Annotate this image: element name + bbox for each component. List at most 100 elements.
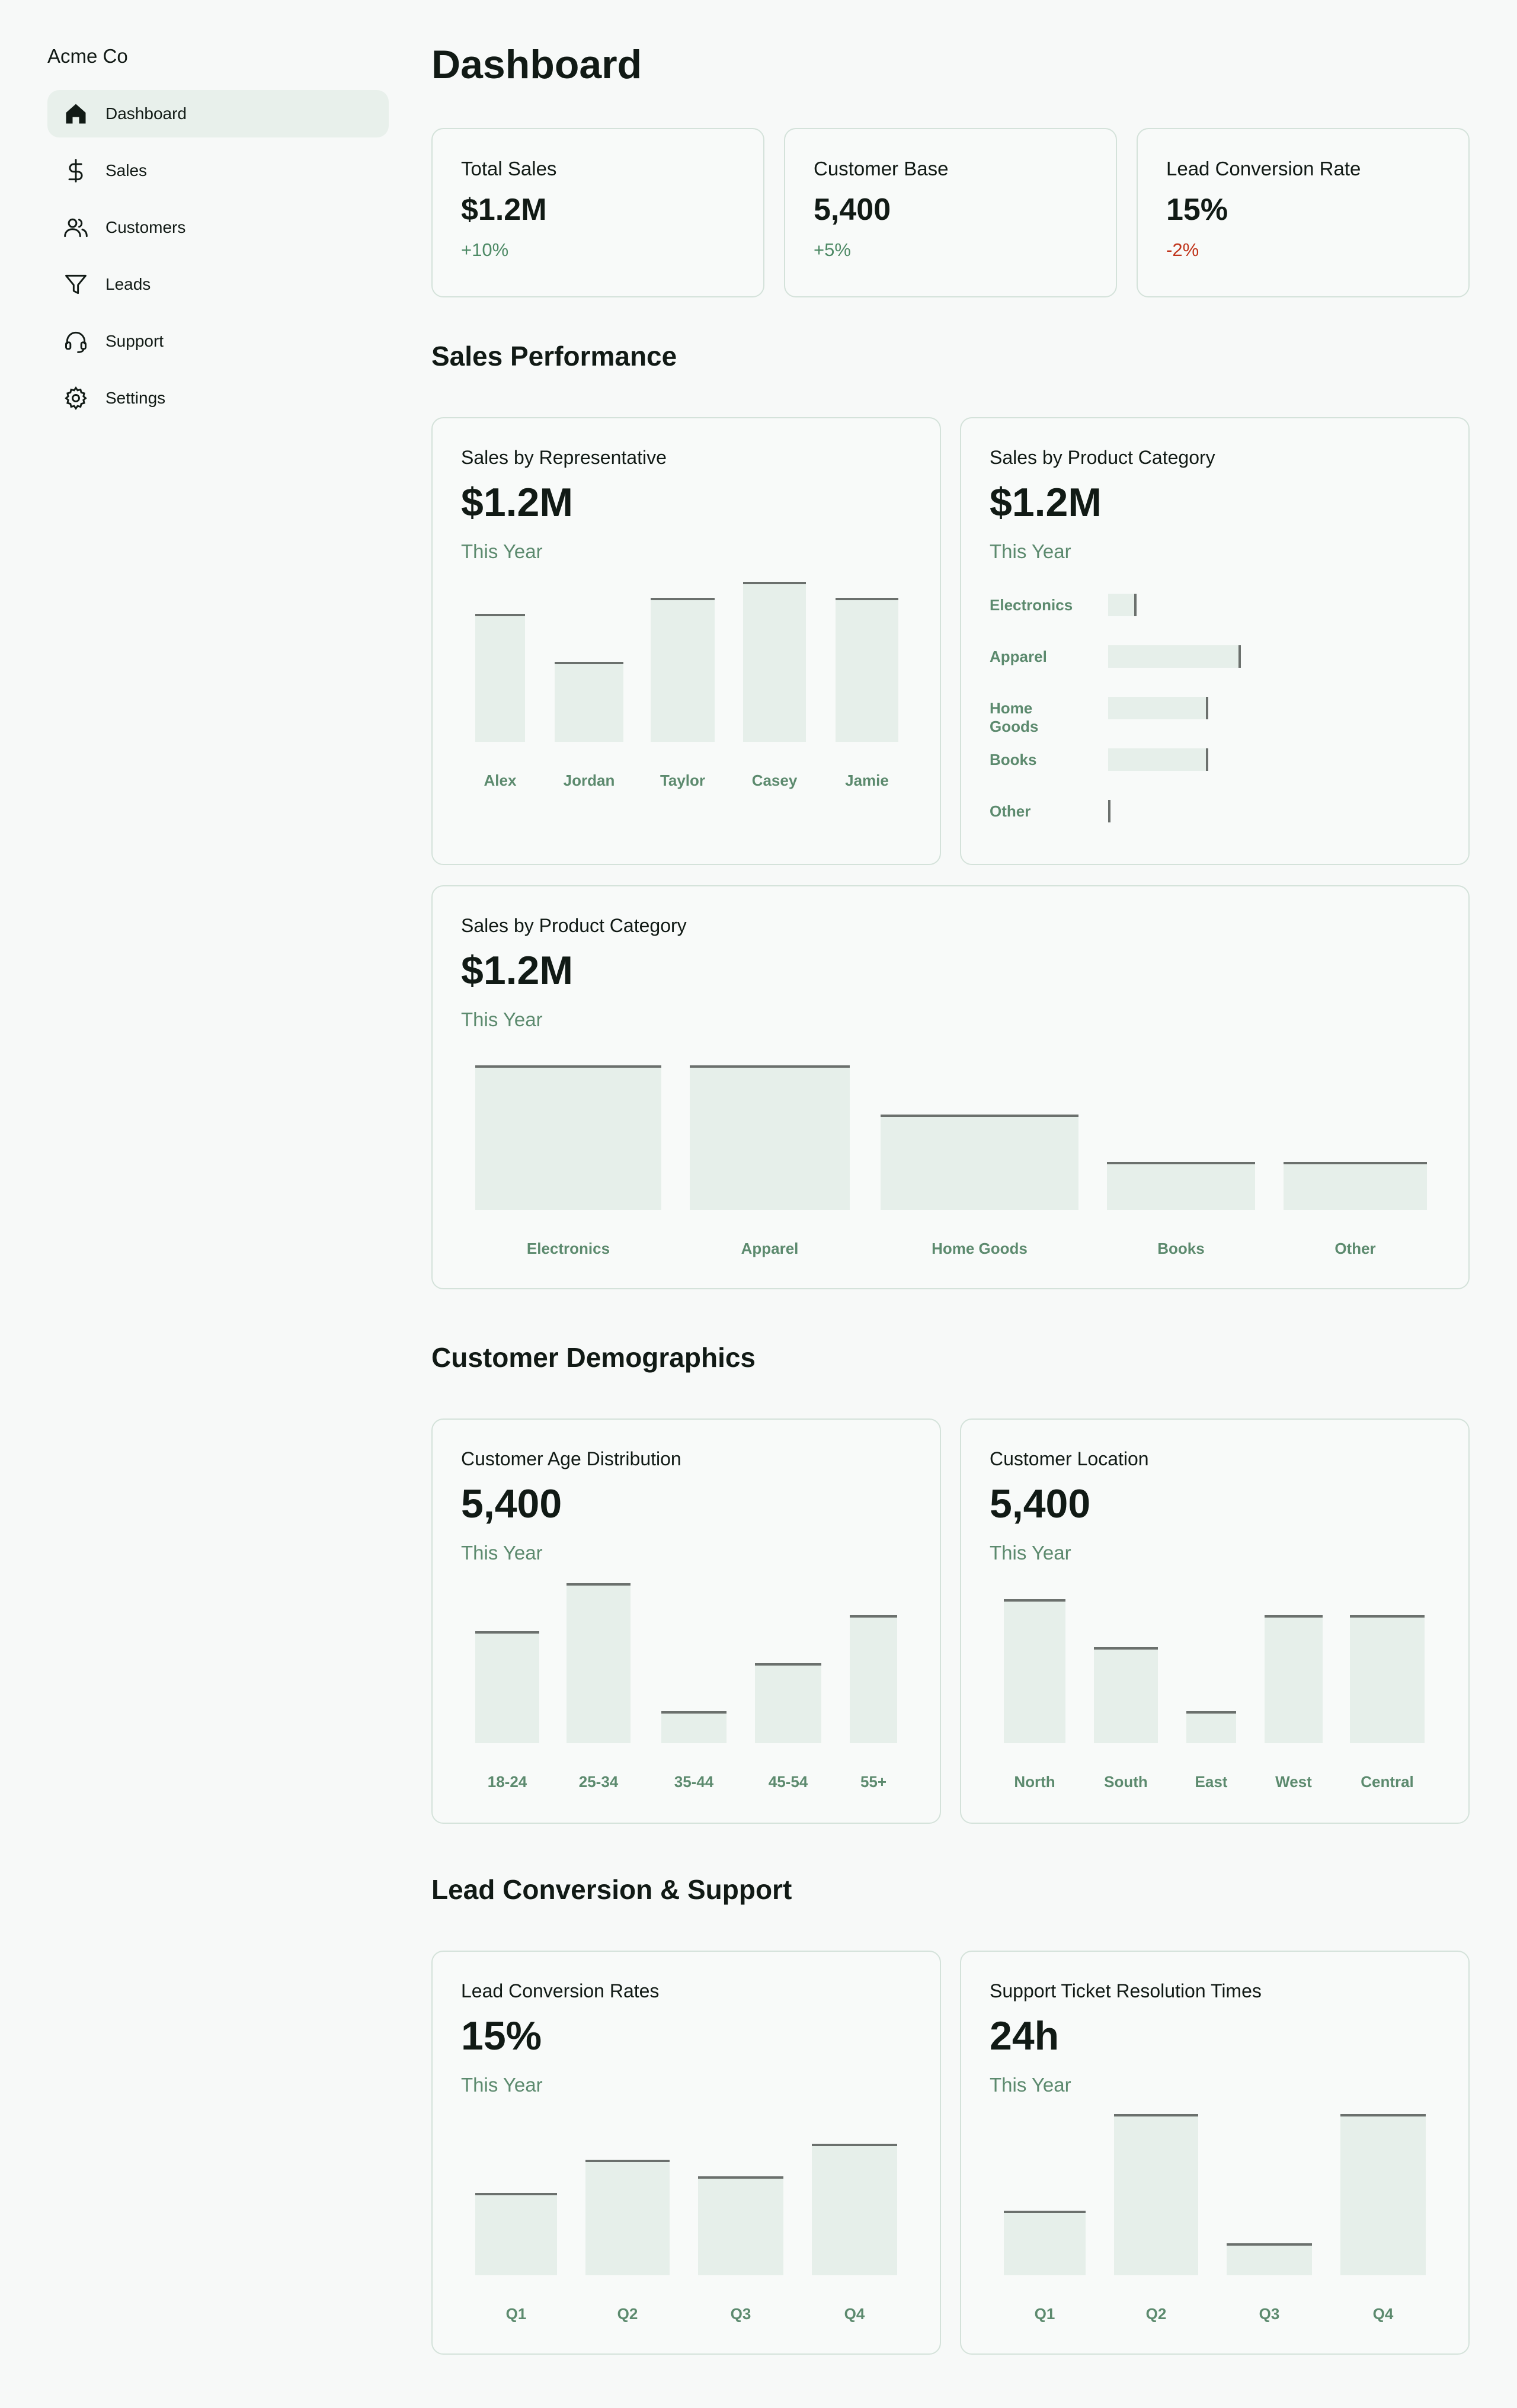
card-value: $1.2M (990, 480, 1102, 525)
card-title: Support Ticket Resolution Times (990, 1980, 1262, 2002)
stat-card-customer-base: Customer Base 5,400 +5% (784, 128, 1117, 297)
sidebar-item-label: Dashboard (105, 104, 187, 123)
card-title: Sales by Product Category (990, 447, 1215, 468)
chart-bar (567, 1583, 631, 1743)
chart-category-label: Home Goods (932, 1240, 1028, 1257)
chart-bar (1108, 748, 1208, 771)
chart-bar (475, 1065, 661, 1210)
card-age-distribution: Customer Age Distribution 5,400 This Yea… (431, 1418, 941, 1824)
dollar-icon (62, 156, 90, 185)
chart-category-label: Home Goods (990, 699, 1039, 735)
sidebar-item-leads[interactable]: Leads (47, 261, 389, 308)
chart-bar (1265, 1615, 1323, 1743)
chart-category-label: Apparel (741, 1240, 799, 1257)
chart-category-label: Books (990, 751, 1037, 768)
section-title-sales: Sales Performance (431, 341, 677, 372)
chart-category-label: Jamie (845, 771, 889, 789)
chart-bar (1114, 2114, 1198, 2275)
card-value: 24h (990, 2013, 1060, 2058)
chart-bar (1108, 697, 1208, 719)
chart-category-label: Apparel (990, 648, 1047, 665)
headset-icon (62, 327, 90, 356)
chart-bar (1004, 1599, 1065, 1743)
chart-category-label: Q4 (1372, 2305, 1394, 2323)
chart-bar (1004, 2211, 1086, 2275)
sidebar-item-label: Customers (105, 218, 186, 236)
chart-bar (585, 2160, 670, 2275)
chart-bar (743, 582, 806, 742)
card-value: $1.2M (461, 948, 573, 993)
stat-value: 5,400 (814, 193, 891, 227)
card-sales-by-category-horizontal: Sales by Product Category $1.2M This Yea… (960, 417, 1470, 865)
card-subtitle: This Year (461, 1008, 543, 1030)
chart-bar (812, 2143, 897, 2275)
chart-bar (1340, 2114, 1426, 2275)
stat-label: Lead Conversion Rate (1166, 158, 1361, 180)
chart-category-label: Other (1334, 1240, 1376, 1257)
stat-value: $1.2M (461, 193, 547, 227)
chart-bar (555, 662, 623, 742)
card-subtitle: This Year (461, 2073, 543, 2096)
card-title: Customer Location (990, 1448, 1149, 1469)
chart-bar (1108, 645, 1241, 668)
chart-category-label: 55+ (860, 1773, 887, 1791)
home-icon (62, 100, 90, 128)
chart-bar (475, 2193, 557, 2275)
card-value: 5,400 (990, 1481, 1091, 1526)
sidebar-item-sales[interactable]: Sales (47, 147, 389, 194)
chart-bar (1227, 2243, 1312, 2275)
chart-bar (475, 1631, 539, 1743)
stat-delta: -2% (1166, 239, 1199, 260)
sidebar-item-label: Leads (105, 275, 151, 293)
chart-bar (836, 598, 898, 742)
chart-bar (698, 2176, 783, 2275)
card-subtitle: This Year (461, 1541, 543, 1564)
sidebar-item-customers[interactable]: Customers (47, 204, 389, 251)
brand-name: Acme Co (47, 45, 128, 67)
chart-category-label: Central (1361, 1773, 1414, 1791)
chart-category-label: Electronics (990, 596, 1073, 614)
chart-category-label: Books (1157, 1240, 1205, 1257)
card-title: Customer Age Distribution (461, 1448, 681, 1469)
stat-card-lead-conversion: Lead Conversion Rate 15% -2% (1137, 128, 1470, 297)
stat-delta: +5% (814, 239, 851, 260)
stat-delta: +10% (461, 239, 509, 260)
chart-bar (755, 1663, 821, 1743)
stat-value: 15% (1166, 193, 1228, 227)
card-sales-by-category-vertical: Sales by Product Category $1.2M This Yea… (431, 885, 1470, 1289)
chart-bar (1350, 1615, 1425, 1743)
sidebar-item-support[interactable]: Support (47, 318, 389, 365)
funnel-icon (62, 270, 90, 299)
stat-card-total-sales: Total Sales $1.2M +10% (431, 128, 764, 297)
chart-bar (651, 598, 715, 742)
card-title: Sales by Representative (461, 447, 667, 468)
card-title: Lead Conversion Rates (461, 1980, 660, 2002)
chart-bar (1094, 1647, 1158, 1743)
section-title-leads-support: Lead Conversion & Support (431, 1874, 792, 1905)
gear-icon (62, 384, 90, 412)
chart-bar (475, 614, 525, 742)
sidebar-item-settings[interactable]: Settings (47, 374, 389, 422)
section-title-demographics: Customer Demographics (431, 1342, 756, 1373)
chart-bar (690, 1065, 850, 1210)
card-value: 5,400 (461, 1481, 562, 1526)
card-subtitle: This Year (990, 2073, 1071, 2096)
chart-bar (1107, 1162, 1255, 1210)
card-value: 15% (461, 2013, 542, 2058)
card-title: Sales by Product Category (461, 915, 687, 936)
card-sales-by-rep: Sales by Representative $1.2M This Year … (431, 417, 941, 865)
stat-label: Total Sales (461, 158, 557, 180)
sidebar-item-label: Settings (105, 389, 166, 407)
card-value: $1.2M (461, 480, 573, 525)
card-support-resolution-times: Support Ticket Resolution Times 24h This… (960, 1951, 1470, 2355)
chart-bar (1108, 800, 1110, 822)
users-icon (62, 213, 90, 242)
stat-label: Customer Base (814, 158, 949, 180)
chart-bar (850, 1615, 897, 1743)
chart-bar (881, 1114, 1078, 1210)
chart-bar (1108, 594, 1137, 616)
card-customer-location: Customer Location 5,400 This Year North S… (960, 1418, 1470, 1824)
sidebar-item-dashboard[interactable]: Dashboard (47, 90, 389, 137)
sidebar-nav: Dashboard Sales Customers Leads Support (47, 90, 389, 431)
card-subtitle: This Year (990, 540, 1071, 562)
